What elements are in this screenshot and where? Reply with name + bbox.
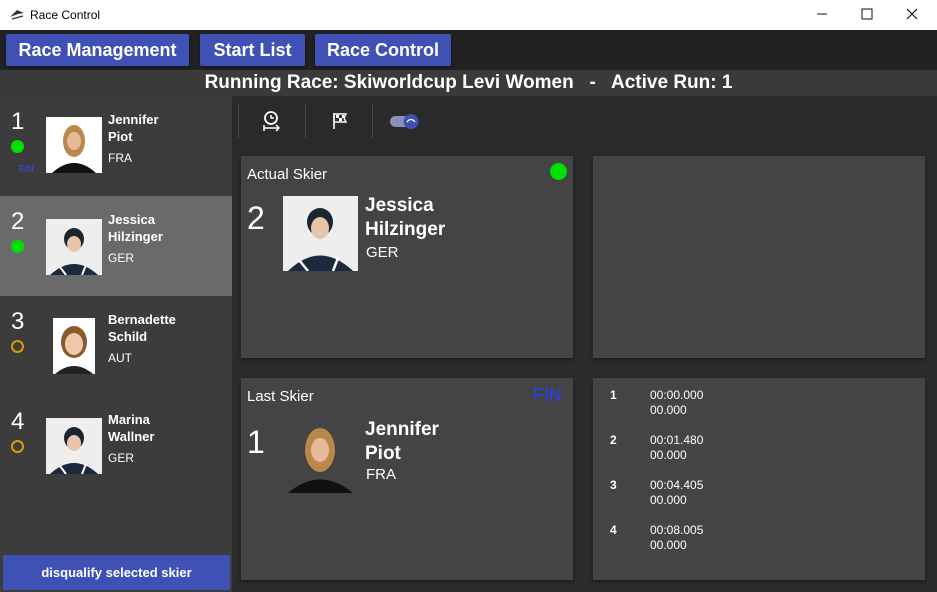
toolbar-divider bbox=[372, 104, 373, 138]
skier-number: 1 bbox=[11, 108, 25, 135]
finished-status-icon bbox=[11, 140, 24, 153]
finished-status-icon bbox=[11, 240, 24, 253]
skier-list-item[interactable]: 4 Marina Wallner GER bbox=[0, 396, 232, 496]
split-diff: 00.000 bbox=[650, 538, 687, 552]
waiting-status-icon bbox=[11, 440, 24, 453]
skier-nation: GER bbox=[366, 244, 399, 261]
minimize-icon bbox=[817, 13, 827, 15]
skier-last-name: Schild bbox=[108, 329, 148, 344]
skier-nation: GER bbox=[108, 251, 135, 265]
skier-list-item[interactable]: 3 Bernadette Schild AUT bbox=[0, 296, 232, 396]
split-number: 1 bbox=[610, 388, 617, 402]
race-management-button[interactable]: Race Management bbox=[6, 34, 189, 66]
card-title: Actual Skier bbox=[247, 166, 328, 183]
split-number: 2 bbox=[610, 433, 617, 447]
waiting-status-icon bbox=[11, 340, 24, 353]
skier-last-name: Hilzinger bbox=[108, 229, 163, 244]
close-icon bbox=[906, 8, 918, 20]
toolbar-divider bbox=[238, 104, 239, 138]
skier-first-name: Marina bbox=[108, 412, 150, 427]
skier-number: 3 bbox=[11, 308, 25, 335]
start-list-button[interactable]: Start List bbox=[200, 34, 305, 66]
split-row: 2 00:01.480 00.000 bbox=[593, 433, 923, 473]
maximize-icon bbox=[861, 8, 873, 20]
finish-flag-button[interactable] bbox=[326, 108, 354, 134]
disqualify-button[interactable]: disqualify selected skier bbox=[3, 555, 230, 590]
title-bar: Race Control bbox=[0, 0, 937, 30]
toggle-switch-icon bbox=[390, 114, 419, 129]
last-skier-card: Last Skier FIN 1 Jennifer Piot FRA bbox=[241, 378, 573, 580]
fin-label: FIN bbox=[533, 385, 562, 405]
split-diff: 00.000 bbox=[650, 493, 687, 507]
split-diff: 00.000 bbox=[650, 403, 687, 417]
race-control-button[interactable]: Race Control bbox=[315, 34, 451, 66]
timer-start-icon bbox=[263, 111, 281, 132]
split-time: 00:01.480 bbox=[650, 433, 704, 447]
split-row: 1 00:00.000 00.000 bbox=[593, 388, 923, 428]
skier-number: 4 bbox=[11, 408, 25, 435]
split-number: 4 bbox=[610, 523, 617, 537]
skier-photo bbox=[283, 418, 358, 493]
skier-number: 2 bbox=[11, 208, 25, 235]
start-list-panel: 1 FIN Jennifer Piot FRA 2 Jessica Hilzinge… bbox=[0, 96, 232, 592]
fin-label: FIN bbox=[19, 164, 34, 174]
skier-nation: AUT bbox=[108, 351, 132, 365]
skier-first-name: Jessica bbox=[108, 212, 155, 227]
skier-first-name: Jennifer bbox=[108, 112, 159, 127]
skier-photo bbox=[46, 117, 102, 173]
window-title: Race Control bbox=[30, 8, 101, 22]
split-row: 3 00:04.405 00.000 bbox=[593, 478, 923, 518]
running-status-icon bbox=[550, 163, 567, 180]
skier-last-name: Hilzinger bbox=[365, 219, 446, 240]
skier-number: 1 bbox=[247, 424, 265, 460]
finish-flag-icon bbox=[333, 113, 348, 129]
split-number: 3 bbox=[610, 478, 617, 492]
skier-nation: FRA bbox=[108, 151, 132, 165]
app-icon bbox=[10, 10, 24, 20]
minimize-button[interactable] bbox=[799, 0, 845, 30]
split-time: 00:00.000 bbox=[650, 388, 704, 402]
split-diff: 00.000 bbox=[650, 448, 687, 462]
skier-nation: GER bbox=[108, 451, 135, 465]
skier-list-item-selected[interactable]: 2 Jessica Hilzinger GER bbox=[0, 196, 232, 296]
skier-number: 2 bbox=[247, 200, 265, 236]
skier-photo bbox=[46, 219, 102, 275]
skier-photo bbox=[53, 318, 95, 374]
timer-start-button[interactable] bbox=[258, 108, 286, 134]
skier-nation: FRA bbox=[366, 466, 396, 483]
skier-photo bbox=[46, 418, 102, 474]
mode-toggle[interactable] bbox=[387, 108, 423, 134]
race-status-header: Running Race: Skiworldcup Levi Women - A… bbox=[0, 70, 937, 96]
skier-list-item[interactable]: 1 FIN Jennifer Piot FRA bbox=[0, 96, 232, 196]
split-times-card: 1 00:00.000 00.000 2 00:01.480 00.000 3 00… bbox=[593, 378, 925, 580]
split-time: 00:08.005 bbox=[650, 523, 704, 537]
skier-last-name: Wallner bbox=[108, 429, 155, 444]
skier-first-name: Jennifer bbox=[365, 419, 439, 440]
skier-photo bbox=[283, 196, 358, 271]
skier-last-name: Piot bbox=[108, 129, 133, 144]
maximize-button[interactable] bbox=[844, 0, 890, 30]
skier-first-name: Bernadette bbox=[108, 312, 176, 327]
actual-skier-card: Actual Skier 2 Jessica Hilzinger GER bbox=[241, 156, 573, 358]
close-button[interactable] bbox=[889, 0, 935, 30]
empty-info-card bbox=[593, 156, 925, 358]
toolbar-divider bbox=[305, 104, 306, 138]
skier-first-name: Jessica bbox=[365, 195, 434, 216]
split-time: 00:04.405 bbox=[650, 478, 704, 492]
split-row: 4 00:08.005 00.000 bbox=[593, 523, 923, 563]
skier-last-name: Piot bbox=[365, 443, 401, 464]
card-title: Last Skier bbox=[247, 388, 314, 405]
control-toolbar bbox=[232, 96, 937, 146]
